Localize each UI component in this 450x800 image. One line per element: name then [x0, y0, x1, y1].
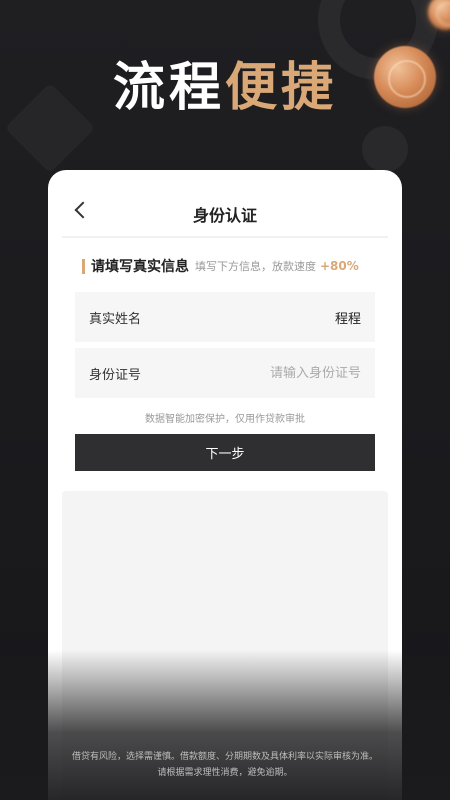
security-note: 数据智能加密保护，仅用作贷款审批: [145, 414, 305, 425]
section-header: 请填写真实信息 填写下方信息，放款速度 +80%: [82, 256, 359, 276]
accent-bar: [82, 258, 85, 274]
headline-white: 流程: [112, 58, 225, 118]
nav-bar: 身份认证: [62, 170, 388, 238]
id-field[interactable]: 身份证号: [75, 348, 375, 398]
disclaimer-line-2: 请根据需求理性消费，避免逾期。: [157, 768, 293, 778]
name-value: 程程: [334, 311, 361, 327]
screen: 流程便捷 身份认证 请填写真实信息 填写下方信息，放款速度 +80% 真实姓名 …: [0, 0, 450, 800]
id-number-input[interactable]: [221, 365, 361, 381]
section-subtitle: 填写下方信息，放款速度: [195, 260, 316, 273]
id-label: 身份证号: [89, 367, 142, 383]
headline: 流程便捷: [0, 52, 450, 124]
speed-boost: +80%: [320, 259, 359, 273]
headline-gold: 便捷: [225, 58, 338, 118]
next-button[interactable]: 下一步: [75, 434, 375, 471]
section-title: 请填写真实信息: [91, 259, 189, 275]
page-title: 身份认证: [192, 206, 257, 225]
name-field[interactable]: 真实姓名 程程: [75, 292, 375, 342]
disclaimer-line-1: 借贷有风险，选择需谨慎。借款额度、分期期数及具体利率以实际审核为准。: [71, 752, 378, 762]
name-label: 真实姓名: [89, 311, 142, 327]
decorative-dot: [362, 126, 408, 172]
